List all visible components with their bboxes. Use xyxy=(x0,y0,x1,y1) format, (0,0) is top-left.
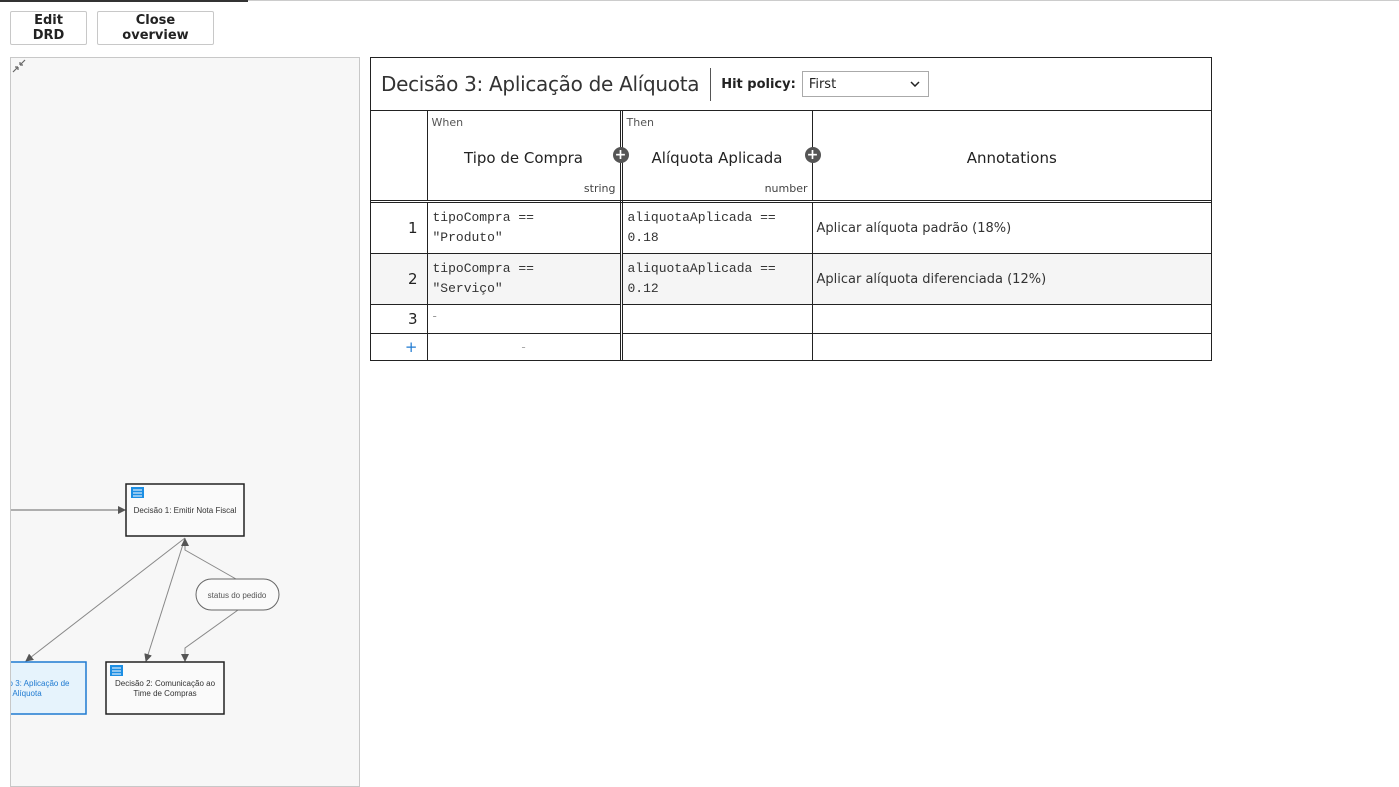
output-type-label: number xyxy=(764,182,808,195)
rules-table: When Tipo de Compra string + Then Alíquo… xyxy=(371,111,1211,360)
input-kind-label: When xyxy=(431,116,464,129)
table-header-row: When Tipo de Compra string + Then Alíquo… xyxy=(371,111,1211,203)
annotation-cell[interactable]: Aplicar alíquota diferenciada (12%) xyxy=(811,253,1211,305)
drd-canvas[interactable]: Decisão 1: Emitir Nota Fiscal status do … xyxy=(11,58,360,787)
add-output-column-icon[interactable]: + xyxy=(804,147,821,163)
input-type-label: string xyxy=(583,182,616,195)
edit-drd-button[interactable]: Edit DRD xyxy=(10,11,87,45)
drd-node-label: Alíquota xyxy=(12,689,42,698)
drd-decision-node-selected[interactable]: o 3: Aplicação de Alíquota xyxy=(11,661,87,715)
header-divider xyxy=(710,67,712,101)
table-row[interactable]: 2 tipoCompra == "Serviço" aliquotaAplica… xyxy=(371,253,1211,305)
annotations-column-header: Annotations xyxy=(811,111,1211,203)
hit-policy-value: First xyxy=(808,76,837,92)
input-column-label[interactable]: Tipo de Compra xyxy=(428,149,620,167)
drd-input-data-node[interactable]: status do pedido xyxy=(195,578,280,611)
hit-policy-select[interactable]: First xyxy=(801,71,929,97)
connection-line xyxy=(181,538,237,580)
drd-node-label: Decisão 2: Comunicação ao xyxy=(115,679,216,688)
output-cell[interactable]: aliquotaAplicada == 0.18 xyxy=(620,201,813,254)
table-row[interactable]: 1 tipoCompra == "Produto" aliquotaAplica… xyxy=(371,201,1211,254)
drd-overview-panel[interactable]: Decisão 1: Emitir Nota Fiscal status do … xyxy=(10,57,360,787)
active-tab-indicator xyxy=(0,0,248,2)
row-number: 3 xyxy=(371,304,428,334)
drd-input-label: status do pedido xyxy=(208,591,267,600)
drd-node-label: Time de Compras xyxy=(133,689,196,698)
drd-node-label: o 3: Aplicação de xyxy=(11,679,70,688)
row-number-header xyxy=(371,111,428,203)
drd-decision-node[interactable]: Decisão 2: Comunicação ao Time de Compra… xyxy=(105,661,225,715)
chevron-down-icon xyxy=(910,81,920,87)
output-column-label[interactable]: Alíquota Aplicada xyxy=(623,149,812,167)
drd-node-label: Decisão 1: Emitir Nota Fiscal xyxy=(134,506,237,515)
decision-table-header: Decisão 3: Aplicação de Alíquota Hit pol… xyxy=(371,58,1211,111)
annotation-cell[interactable]: Aplicar alíquota padrão (18%) xyxy=(811,201,1211,254)
row-number: 1 xyxy=(371,201,428,254)
input-cell[interactable]: - xyxy=(426,304,623,334)
add-rule-row[interactable]: + - xyxy=(371,333,1211,360)
annotation-cell[interactable] xyxy=(811,304,1211,334)
table-row[interactable]: 3 - xyxy=(371,304,1211,334)
output-cell[interactable] xyxy=(620,304,813,334)
input-cell[interactable]: tipoCompra == "Serviço" xyxy=(426,253,623,305)
add-rule-annotation-cell[interactable] xyxy=(811,333,1211,360)
add-rule-input-placeholder[interactable]: - xyxy=(426,333,623,360)
input-column-header[interactable]: When Tipo de Compra string + xyxy=(426,111,629,203)
add-input-column-icon[interactable]: + xyxy=(612,147,629,163)
annotations-label: Annotations xyxy=(966,149,1057,167)
output-column-header[interactable]: Then Alíquota Aplicada number + xyxy=(620,111,821,203)
hit-policy-label: Hit policy: xyxy=(721,76,796,92)
decision-title[interactable]: Decisão 3: Aplicação de Alíquota xyxy=(381,72,700,96)
output-kind-label: Then xyxy=(626,116,654,129)
connection-line xyxy=(144,537,186,662)
close-overview-button[interactable]: Close overview xyxy=(97,11,214,45)
connection-line xyxy=(25,537,186,662)
add-rule-icon[interactable]: + xyxy=(371,333,428,360)
connection-line xyxy=(181,609,239,662)
decision-table: Decisão 3: Aplicação de Alíquota Hit pol… xyxy=(370,57,1212,361)
row-number: 2 xyxy=(371,253,428,305)
collapse-icon[interactable] xyxy=(11,58,27,74)
input-cell[interactable]: tipoCompra == "Produto" xyxy=(426,201,623,254)
drd-decision-node[interactable]: Decisão 1: Emitir Nota Fiscal xyxy=(125,483,245,537)
add-rule-output-cell[interactable] xyxy=(620,333,813,360)
output-cell[interactable]: aliquotaAplicada == 0.12 xyxy=(620,253,813,305)
